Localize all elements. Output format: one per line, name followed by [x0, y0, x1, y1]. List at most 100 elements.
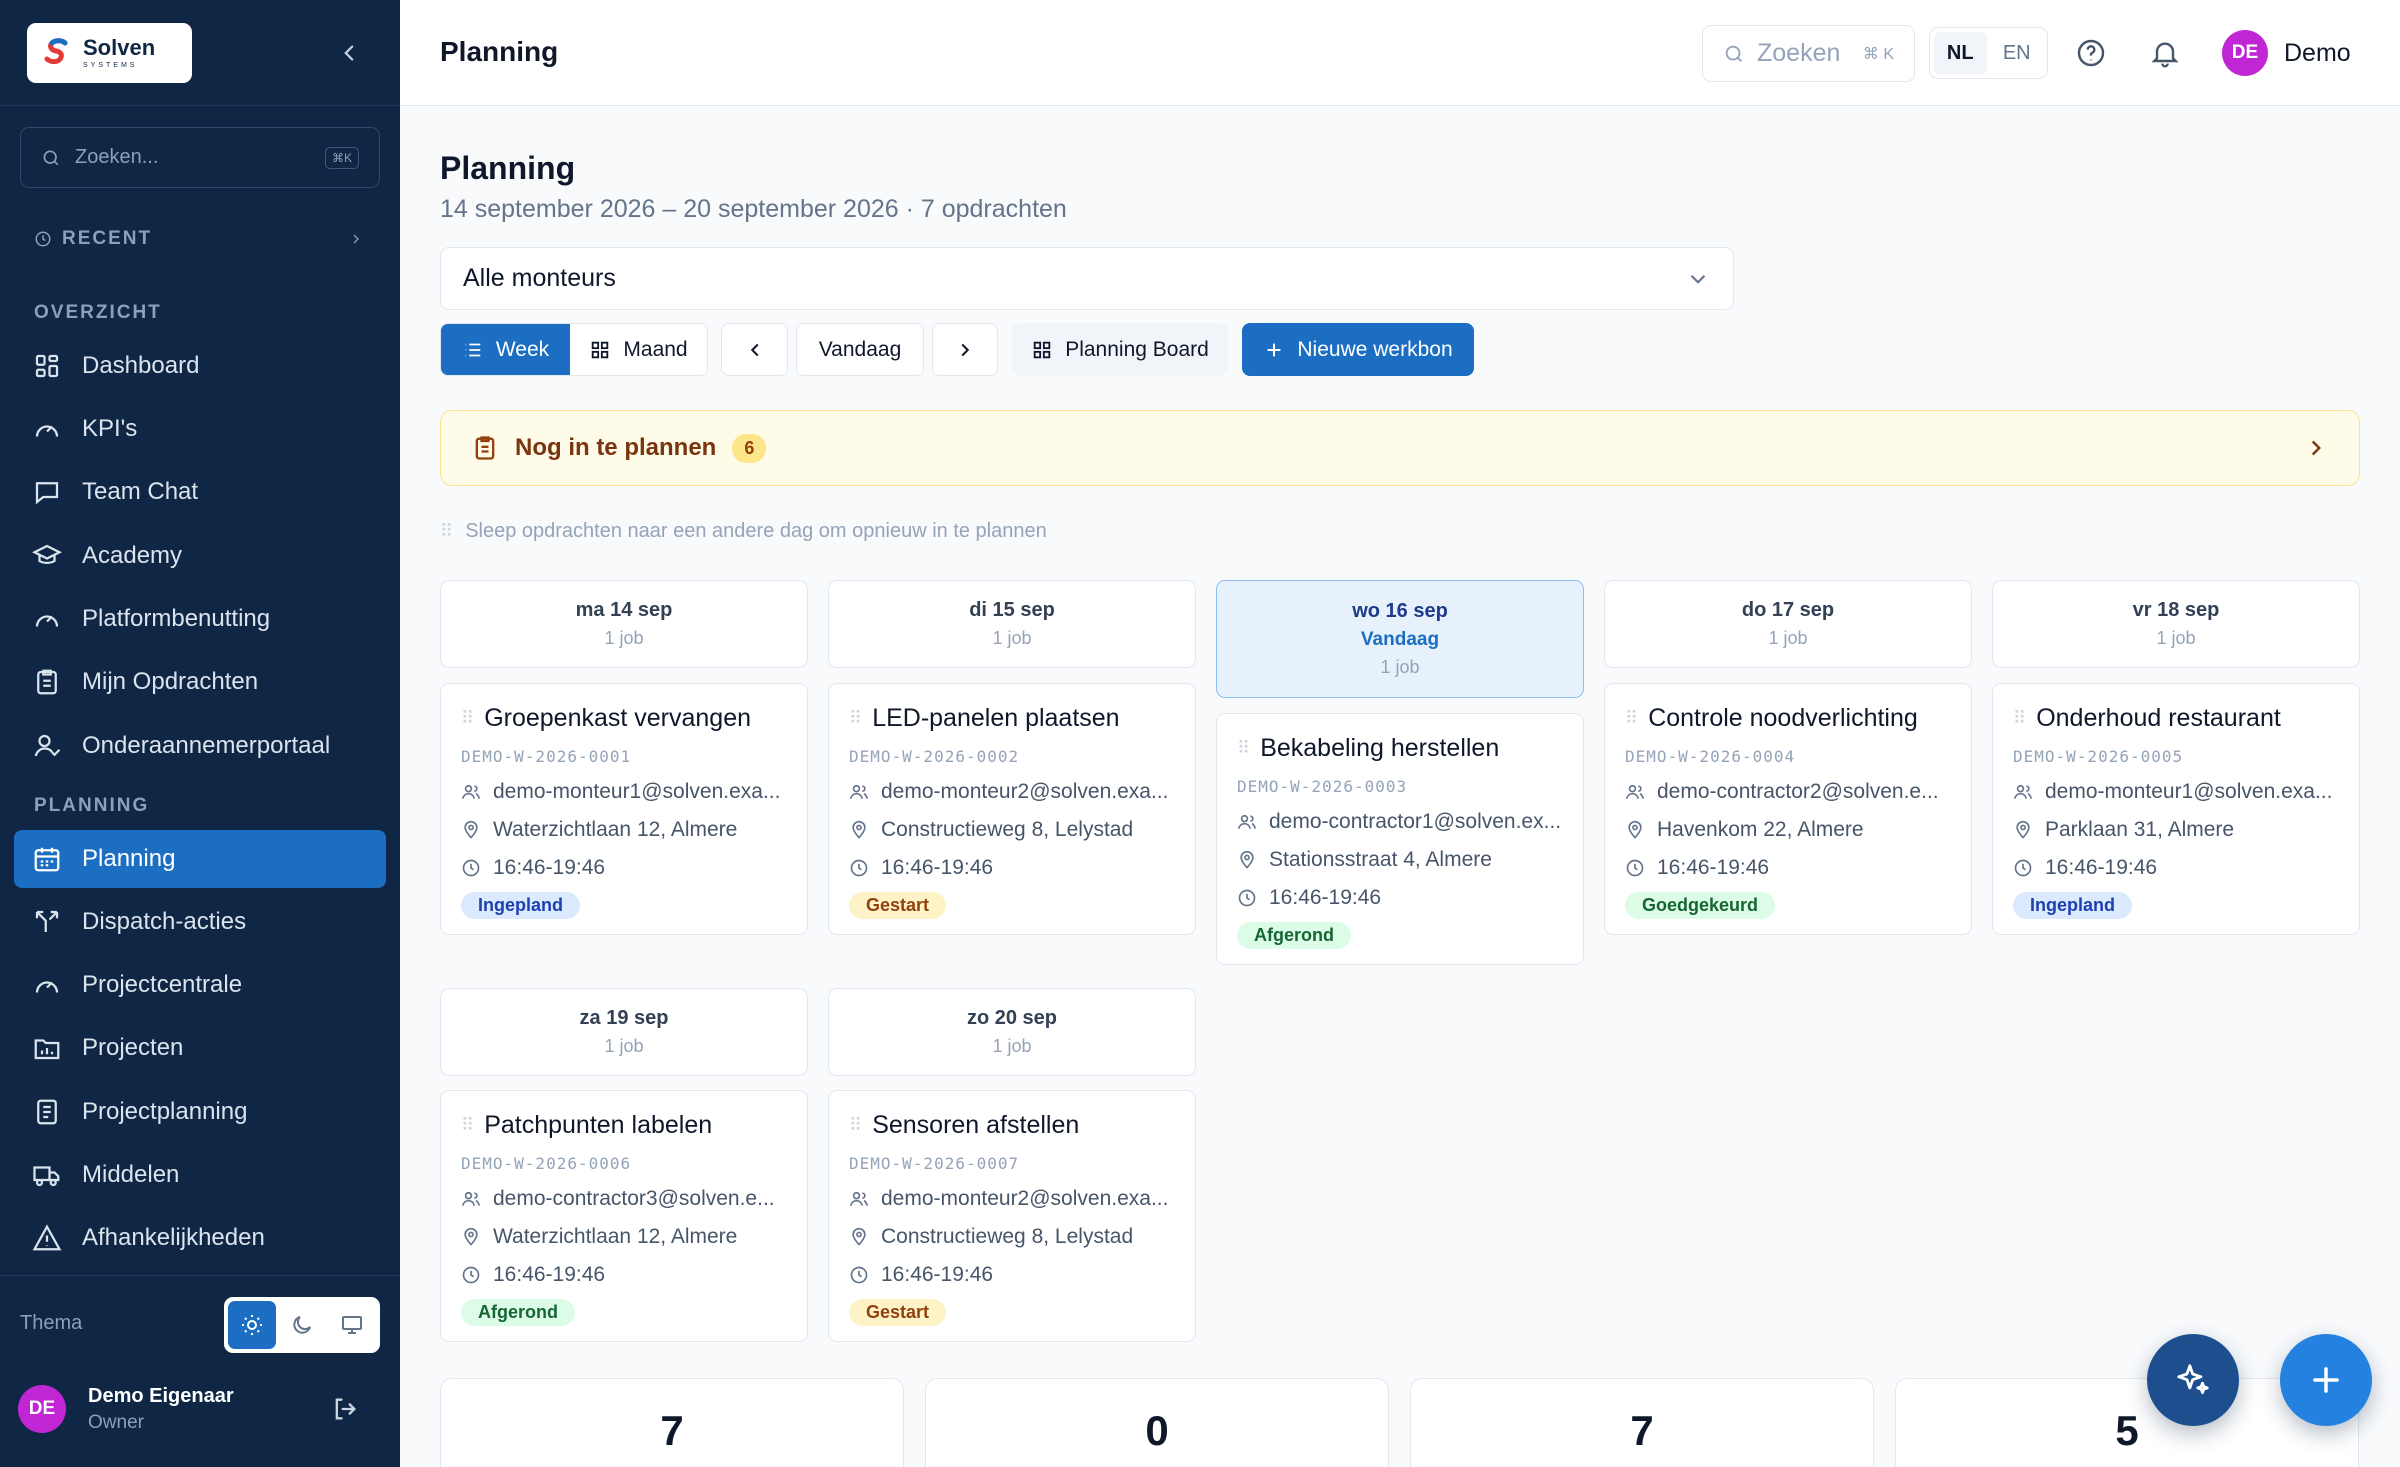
drag-handle-icon[interactable]: ⠿	[849, 1115, 862, 1136]
job-card[interactable]: ⠿ Bekabeling herstellen DEMO-W-2026-0003 …	[1216, 713, 1584, 965]
clock-icon	[850, 859, 868, 877]
job-assignee: demo-contractor3@solven.e...	[493, 1187, 775, 1210]
sidebar-item-label: Mijn Opdrachten	[82, 668, 259, 695]
sidebar-user[interactable]: DE Demo Eigenaar Owner	[18, 1382, 383, 1436]
theme-dark-button[interactable]	[278, 1301, 326, 1349]
job-title: LED-panelen plaatsen	[872, 704, 1120, 732]
sidebar-item-afhankelijkheden[interactable]: Afhankelijkheden	[14, 1209, 386, 1267]
drag-handle-icon[interactable]: ⠿	[1237, 738, 1250, 759]
job-card[interactable]: ⠿ Controle noodverlichting DEMO-W-2026-00…	[1604, 683, 1972, 935]
lang-en-button[interactable]: EN	[1991, 32, 2044, 74]
sidebar-search-input[interactable]: Zoeken... ⌘K	[20, 127, 380, 188]
drag-hint: ⠿ Sleep opdrachten naar een andere dag o…	[440, 520, 1047, 543]
sidebar-item-label: Platformbenutting	[82, 605, 271, 632]
chevron-left-icon[interactable]	[336, 40, 362, 66]
help-icon[interactable]	[2075, 37, 2107, 69]
drag-handle-icon[interactable]: ⠿	[2013, 708, 2026, 729]
day-header-thu: do 17 sep 1 job	[1604, 580, 1972, 668]
gauge-icon	[35, 981, 59, 993]
sidebar-item-academy[interactable]: Academy	[14, 527, 386, 585]
view-month-button[interactable]: Maand	[570, 324, 707, 375]
drag-handle-icon[interactable]: ⠿	[1625, 708, 1638, 729]
moon-icon	[293, 1316, 311, 1334]
lang-nl-button[interactable]: NL	[1934, 32, 1987, 74]
sidebar-item-planning[interactable]: Planning	[14, 830, 386, 888]
job-card[interactable]: ⠿ Groepenkast vervangen DEMO-W-2026-0001 …	[440, 683, 808, 935]
sidebar-item-kpis[interactable]: KPI's	[14, 400, 386, 458]
drag-handle-icon[interactable]: ⠿	[461, 708, 474, 729]
job-title: Onderhoud restaurant	[2036, 704, 2281, 732]
job-address: Waterzichtlaan 12, Almere	[493, 1225, 738, 1248]
gauge-icon	[35, 615, 59, 627]
day-header-sat: za 19 sep 1 job	[440, 988, 808, 1076]
prev-week-button[interactable]	[721, 323, 788, 376]
global-search-shortcut: ⌘ K	[1862, 45, 1894, 63]
today-button[interactable]: Vandaag	[796, 323, 924, 376]
clipboard-icon	[475, 436, 495, 460]
job-assignee: demo-contractor2@solven.e...	[1657, 780, 1939, 803]
theme-light-button[interactable]	[228, 1301, 276, 1349]
topbar-user-menu[interactable]: DE Demo	[2222, 30, 2351, 76]
theme-switch	[224, 1297, 380, 1353]
recent-toggle[interactable]: RECENT	[34, 224, 364, 254]
recent-label: RECENT	[62, 228, 153, 249]
view-week-label: Week	[495, 337, 550, 361]
technician-filter-select[interactable]: Alle monteurs	[440, 247, 1734, 310]
sidebar-item-dashboard[interactable]: Dashboard	[14, 337, 386, 395]
sidebar-divider	[0, 1275, 400, 1276]
sidebar-item-platformbenutting[interactable]: Platformbenutting	[14, 590, 386, 648]
sidebar-item-label: KPI's	[82, 415, 138, 442]
global-search-placeholder: Zoeken	[1757, 39, 1841, 67]
job-title: Groepenkast vervangen	[484, 704, 752, 732]
day-job-count: 1 job	[992, 628, 1032, 648]
unplanned-banner[interactable]: Nog in te plannen 6	[440, 410, 2360, 486]
section-label-overzicht: OVERZICHT	[34, 302, 162, 323]
sidebar-item-mijn-opdrachten[interactable]: Mijn Opdrachten	[14, 653, 386, 711]
document-icon	[37, 1099, 57, 1125]
planning-board-button[interactable]: Planning Board	[1012, 323, 1228, 376]
sidebar-item-team-chat[interactable]: Team Chat	[14, 463, 386, 521]
sidebar-item-projectplanning[interactable]: Projectplanning	[14, 1083, 386, 1141]
ai-assistant-button[interactable]	[2147, 1334, 2239, 1426]
job-time: 16:46-19:46	[1269, 886, 1382, 909]
clock-icon	[1626, 859, 1644, 877]
logout-icon[interactable]	[331, 1395, 359, 1423]
user-role: Owner	[88, 1411, 144, 1433]
job-card[interactable]: ⠿ Patchpunten labelen DEMO-W-2026-0006 de…	[440, 1090, 808, 1342]
planning-board-label: Planning Board	[1065, 337, 1209, 361]
sidebar-item-dispatch-acties[interactable]: Dispatch-acties	[14, 893, 386, 951]
users-icon	[1237, 814, 1257, 829]
users-icon	[461, 784, 481, 799]
sidebar-item-middelen[interactable]: Middelen	[14, 1146, 386, 1204]
day-job-count: 1 job	[2156, 628, 2196, 648]
next-week-button[interactable]	[932, 323, 998, 376]
stat-card-total: 7	[440, 1378, 904, 1467]
add-button[interactable]	[2280, 1334, 2372, 1426]
drag-handle-icon[interactable]: ⠿	[461, 1115, 474, 1136]
plus-icon	[2313, 1367, 2339, 1393]
global-search-input[interactable]: Zoeken ⌘ K	[1702, 25, 1915, 82]
map-pin-icon	[2016, 820, 2030, 839]
grid-icon	[592, 341, 609, 358]
status-badge: Afgerond	[461, 1299, 575, 1326]
job-card[interactable]: ⠿ Sensoren afstellen DEMO-W-2026-0007 dem…	[828, 1090, 1196, 1342]
job-code: DEMO-W-2026-0006	[461, 1154, 632, 1173]
sidebar-item-projecten[interactable]: Projecten	[14, 1019, 386, 1077]
job-card[interactable]: ⠿ LED-panelen plaatsen DEMO-W-2026-0002 d…	[828, 683, 1196, 935]
clock-icon	[35, 231, 51, 247]
sidebar-item-label: Dashboard	[82, 352, 200, 379]
theme-system-button[interactable]	[328, 1301, 376, 1349]
day-job-count: 1 job	[992, 1036, 1032, 1056]
sidebar-item-onderaannemerportaal[interactable]: Onderaannemerportaal	[14, 717, 386, 775]
bell-icon[interactable]	[2149, 37, 2181, 69]
job-card[interactable]: ⠿ Onderhoud restaurant DEMO-W-2026-0005 d…	[1992, 683, 2360, 935]
view-week-button[interactable]: Week	[441, 324, 570, 375]
brand-logo[interactable]: Solven SYSTEMS	[27, 23, 192, 83]
new-workorder-button[interactable]: Nieuwe werkbon	[1242, 323, 1474, 376]
search-icon	[43, 150, 59, 165]
drag-handle-icon[interactable]: ⠿	[849, 708, 862, 729]
job-title: Sensoren afstellen	[872, 1111, 1080, 1139]
sidebar-item-projectcentrale[interactable]: Projectcentrale	[14, 956, 386, 1014]
users-icon	[461, 1191, 481, 1206]
grip-icon: ⠿	[440, 521, 453, 541]
